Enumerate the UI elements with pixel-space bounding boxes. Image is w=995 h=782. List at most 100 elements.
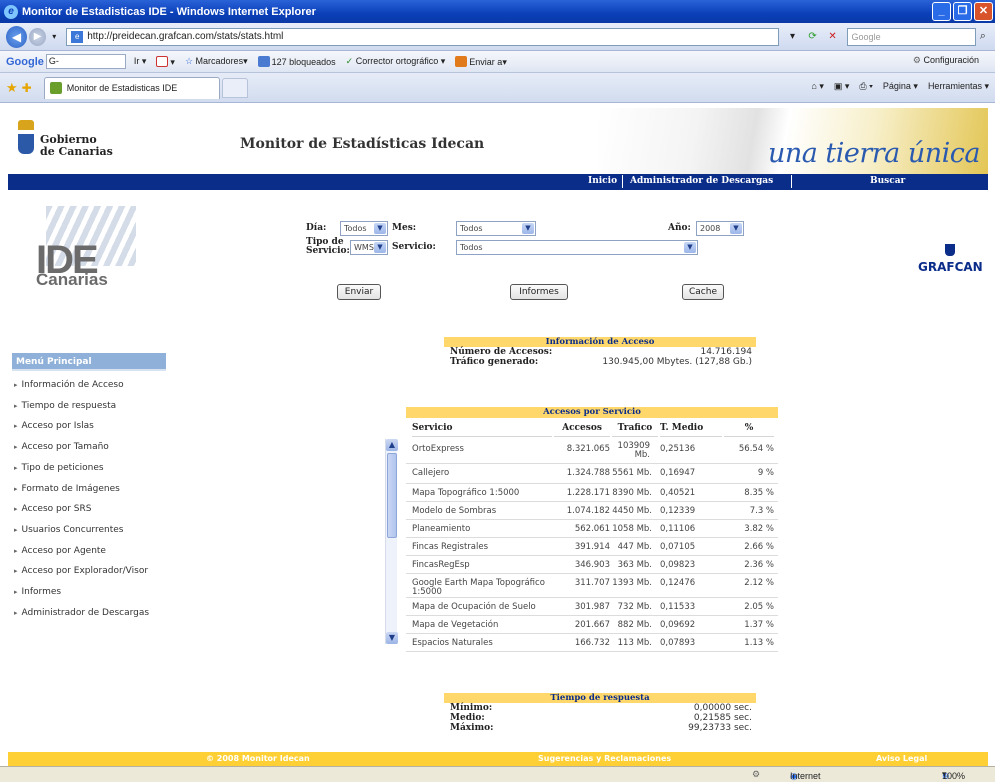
accesos-cell: 8.321.065 xyxy=(566,444,610,454)
history-dropdown-icon[interactable]: ▾ xyxy=(52,32,56,41)
spellcheck-button[interactable]: ✓ Corrector ortográfico ▾ xyxy=(346,56,446,67)
zone-label: Internet xyxy=(790,771,821,781)
home-icon[interactable]: ⌂ ▾ xyxy=(811,81,823,92)
accesos-cell: 166.732 xyxy=(574,638,610,648)
accesos-servicio-table: Accesos por Servicio Servicio Accesos Traf… xyxy=(406,407,778,652)
table-row: Mapa de Ocupación de Suelo 301.987 732 Mb.… xyxy=(406,598,778,616)
search-icon[interactable]: ⌕ xyxy=(980,29,995,45)
page-favicon-icon: e xyxy=(71,30,84,43)
configuracion-button[interactable]: ⚙ Configuración xyxy=(913,55,979,66)
sidebar-item[interactable]: Usuarios Concurrentes xyxy=(14,525,124,535)
percent-cell: 56.54 % xyxy=(738,444,774,454)
chevron-down-icon: ▼ xyxy=(522,223,534,234)
service-name-cell: Callejero xyxy=(412,468,450,478)
back-button[interactable]: ◀ xyxy=(6,25,27,48)
forward-button[interactable]: ▶ xyxy=(29,27,47,46)
table-title: Accesos por Servicio xyxy=(406,407,778,418)
google-search-input[interactable]: G- xyxy=(45,54,126,69)
address-bar: ◀ ▶ ▾ e http://preidecan.grafcan.com/sta… xyxy=(0,23,995,51)
cache-button[interactable]: Cache xyxy=(682,284,724,300)
popup-blocker-button[interactable]: 127 bloqueados xyxy=(257,56,336,67)
tab-monitor[interactable]: Monitor de Estadisticas IDE xyxy=(43,76,220,99)
service-name-cell: Planeamiento xyxy=(412,524,471,534)
url-input[interactable]: e http://preidecan.grafcan.com/stats/sta… xyxy=(66,27,779,46)
google-go-button[interactable]: Ir ▾ xyxy=(134,56,147,67)
sidebar-item[interactable]: Acceso por Agente xyxy=(14,546,106,556)
maximo-label: Máximo: xyxy=(450,723,494,733)
service-name-cell: Espacios Naturales xyxy=(412,638,493,648)
org-line-2: de Canarias xyxy=(40,145,113,158)
trafico-value: 130.945,00 Mbytes. (127,88 Gb.) xyxy=(602,357,752,367)
minimize-button[interactable]: _ xyxy=(932,2,951,21)
stop-icon[interactable]: ✕ xyxy=(825,29,841,45)
close-button[interactable]: ✕ xyxy=(974,2,993,21)
tipo-servicio-select[interactable]: WMS ▼ xyxy=(350,240,388,255)
send-to-button[interactable]: Enviar a▾ xyxy=(455,55,507,68)
gobierno-logo-text: Gobierno de Canarias xyxy=(40,134,113,158)
favorites-star-icon[interactable]: ★ xyxy=(6,80,18,96)
sidebar-item[interactable]: Acceso por Islas xyxy=(14,421,94,431)
sidebar-item[interactable]: Administrador de Descargas xyxy=(14,608,150,618)
sidebar-item[interactable]: Acceso por SRS xyxy=(14,504,92,514)
star-icon: ☆ xyxy=(184,56,194,66)
scroll-thumb[interactable] xyxy=(387,453,397,538)
footer-aviso-link[interactable]: Aviso Legal xyxy=(876,754,927,763)
gear-icon: ⚙ xyxy=(912,55,921,65)
tmedio-cell: 0,25136 xyxy=(660,444,696,454)
dia-select[interactable]: Todos ▼ xyxy=(340,221,388,236)
sidebar-item[interactable]: Acceso por Explorador/Visor xyxy=(14,566,149,576)
servicio-select[interactable]: Todos ▼ xyxy=(456,240,698,255)
trafico-cell: 1058 Mb. xyxy=(612,524,652,534)
browser-search-input[interactable]: Google xyxy=(846,27,976,46)
corrector-label: Corrector ortográfico xyxy=(355,56,439,66)
tmedio-cell: 0,07105 xyxy=(660,542,696,552)
maximize-button[interactable]: ❐ xyxy=(953,2,972,21)
gmail-button[interactable]: ▾ xyxy=(156,55,175,68)
nav-buscar[interactable]: Buscar xyxy=(870,176,905,186)
tmedio-cell: 0,07893 xyxy=(660,638,696,648)
sidebar-item[interactable]: Información de Acceso xyxy=(14,380,124,390)
sidebar-item[interactable]: Informes xyxy=(14,587,62,597)
tmedio-cell: 0,16947 xyxy=(660,468,696,478)
herramientas-menu[interactable]: Herramientas ▾ xyxy=(928,81,989,92)
site-header: Gobierno de Canarias Monitor de Estadíst… xyxy=(8,108,988,174)
new-tab-button[interactable] xyxy=(221,77,248,98)
service-name-cell: FincasRegEsp xyxy=(412,560,470,570)
scroll-up-icon[interactable]: ▲ xyxy=(386,439,398,451)
feeds-icon[interactable]: ▣ ▾ xyxy=(834,81,850,92)
servicio-value: Todos xyxy=(460,243,483,252)
mes-select[interactable]: Todos ▼ xyxy=(456,221,536,236)
sidebar-item[interactable]: Tipo de peticiones xyxy=(14,463,104,473)
footer-sugerencias-link[interactable]: Sugerencias y Reclamaciones xyxy=(538,754,671,763)
window-titlebar: e Monitor de Estadisticas IDE - Windows … xyxy=(0,0,995,23)
pagina-menu[interactable]: Página ▾ xyxy=(883,81,918,92)
tmedio-cell: 0,11533 xyxy=(660,602,696,612)
anio-label: Año: xyxy=(668,223,691,233)
scroll-down-icon[interactable]: ▼ xyxy=(386,632,398,644)
maximo-value: 99,23733 sec. xyxy=(688,723,752,733)
table-scrollbar[interactable]: ▲ ▼ xyxy=(385,439,398,644)
sidebar-item[interactable]: Acceso por Tamaño xyxy=(14,442,109,452)
marcadores-button[interactable]: ☆ Marcadores▾ xyxy=(185,56,248,67)
refresh-icon[interactable]: ⟳ xyxy=(805,29,821,45)
accesos-cell: 346.903 xyxy=(574,560,610,570)
add-favorite-icon[interactable]: ✚ xyxy=(22,81,32,95)
informes-button[interactable]: Informes xyxy=(510,284,568,300)
sidebar-item[interactable]: Tiempo de respuesta xyxy=(14,401,117,411)
trafico-cell: 103909 Mb. xyxy=(617,441,650,460)
nav-bar: Inicio Administrador de Descargas Buscar xyxy=(8,174,988,190)
trafico-label: Tráfico generado: xyxy=(450,357,539,367)
medio-label: Medio: xyxy=(450,713,485,723)
percent-cell: 1.37 % xyxy=(744,620,774,630)
url-dropdown-icon[interactable]: ▾ xyxy=(785,29,801,45)
spellcheck-icon: ✓ xyxy=(345,56,354,66)
nav-descargas[interactable]: Administrador de Descargas xyxy=(630,176,773,186)
zoom-indicator[interactable]: ⊕ 100% ▾ xyxy=(942,769,965,781)
nav-inicio[interactable]: Inicio xyxy=(588,176,617,186)
go-label: Ir xyxy=(133,56,140,66)
enviar-button[interactable]: Enviar xyxy=(337,284,381,300)
ie-logo-icon: e xyxy=(4,4,18,19)
print-icon[interactable]: ⎙ ▾ xyxy=(859,81,872,92)
sidebar-item[interactable]: Formato de Imágenes xyxy=(14,484,120,494)
anio-select[interactable]: 2008 ▼ xyxy=(696,221,744,236)
